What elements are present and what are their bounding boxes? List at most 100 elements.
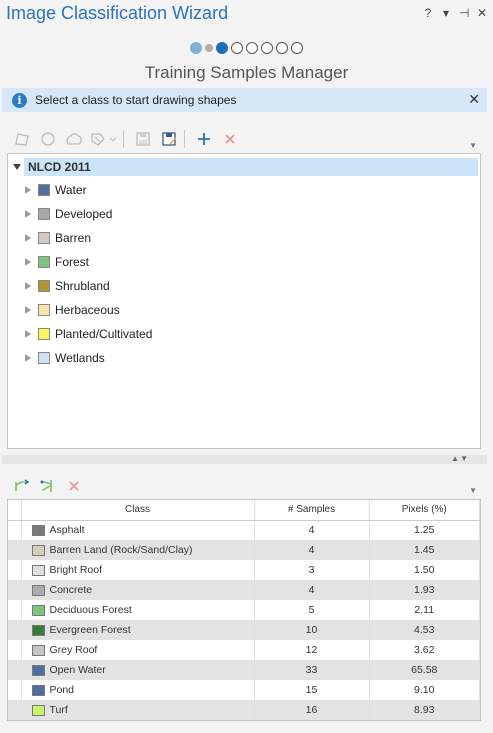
expand-arrow-icon[interactable] [25,210,31,218]
pixels-cell[interactable]: 2.11 [369,600,480,620]
table-row[interactable]: Barren Land (Rock/Sand/Clay) 4 1.45 [8,540,480,560]
row-header[interactable] [8,620,22,640]
draw-rectangle-icon[interactable] [11,128,33,150]
samples-cell[interactable]: 10 [254,620,370,640]
merge-samples-icon[interactable] [11,475,33,497]
table-row[interactable]: Evergreen Forest 10 4.53 [8,620,480,640]
pixels-cell[interactable]: 1.45 [369,540,480,560]
table-row[interactable]: Deciduous Forest 5 2.11 [8,600,480,620]
row-header[interactable] [8,560,22,580]
row-header[interactable] [8,680,22,700]
dismiss-info-icon[interactable]: ✕ [468,91,480,108]
pixels-cell[interactable]: 8.93 [369,700,480,720]
schema-class-item[interactable]: Water [25,180,87,200]
wizard-step-4[interactable] [231,42,243,54]
class-cell[interactable]: Bright Roof [21,560,255,580]
close-icon[interactable]: ✕ [477,6,487,20]
help-icon[interactable]: ? [423,6,433,20]
wizard-step-3[interactable] [216,42,228,54]
split-samples-icon[interactable] [37,475,59,497]
row-header[interactable] [8,700,22,720]
samples-cell[interactable]: 3 [254,560,370,580]
class-cell[interactable]: Turf [21,700,255,720]
samples-cell[interactable]: 16 [254,700,370,720]
samples-cell[interactable]: 5 [254,600,370,620]
wizard-step-8[interactable] [291,42,303,54]
draw-circle-icon[interactable] [37,128,59,150]
expand-arrow-icon[interactable] [25,306,31,314]
samples-cell[interactable]: 4 [254,540,370,560]
table-row[interactable]: Concrete 4 1.93 [8,580,480,600]
splitter-arrows-icon[interactable]: ▲▼ [451,454,469,463]
class-cell[interactable]: Concrete [21,580,255,600]
pixels-cell[interactable]: 1.25 [369,520,480,540]
class-cell[interactable]: Asphalt [21,520,255,540]
pixels-cell[interactable]: 4.53 [369,620,480,640]
schema-class-item[interactable]: Forest [25,252,89,272]
wizard-step-7[interactable] [276,42,288,54]
row-header[interactable] [8,520,22,540]
add-class-icon[interactable] [193,128,215,150]
class-color-swatch [38,184,50,196]
expand-arrow-icon[interactable] [25,186,31,194]
pin-icon[interactable]: ⊣ [459,6,469,20]
class-cell[interactable]: Grey Roof [21,640,255,660]
table-row[interactable]: Grey Roof 12 3.62 [8,640,480,660]
table-row[interactable]: Bright Roof 3 1.50 [8,560,480,580]
column-header-pixels[interactable]: Pixels (%) [369,500,480,521]
class-cell[interactable]: Deciduous Forest [21,600,255,620]
pane-splitter[interactable]: ▲▼ [2,454,487,464]
row-header[interactable] [8,640,22,660]
expand-arrow-icon[interactable] [25,258,31,266]
column-header-samples[interactable]: # Samples [254,500,370,521]
pixels-cell[interactable]: 3.62 [369,640,480,660]
class-cell[interactable]: Barren Land (Rock/Sand/Clay) [21,540,255,560]
samples-cell[interactable]: 4 [254,520,370,540]
table-row[interactable]: Asphalt 4 1.25 [8,520,480,540]
toolbar-overflow-icon[interactable]: ▼ [469,486,477,495]
schema-class-item[interactable]: Developed [25,204,112,224]
delete-samples-icon[interactable] [63,475,85,497]
schema-class-item[interactable]: Shrubland [25,276,110,296]
remove-class-icon[interactable] [219,128,241,150]
options-dropdown-icon[interactable]: ▾ [441,6,451,20]
pixels-cell[interactable]: 1.93 [369,580,480,600]
draw-freehand-icon[interactable] [63,128,85,150]
expand-arrow-icon[interactable] [25,330,31,338]
samples-cell[interactable]: 15 [254,680,370,700]
samples-cell[interactable]: 33 [254,660,370,680]
wizard-step-1[interactable] [190,42,202,54]
wizard-step-2[interactable] [205,44,213,52]
toolbar-overflow-icon[interactable]: ▼ [469,141,477,150]
wizard-step-6[interactable] [261,42,273,54]
table-row[interactable]: Open Water 33 65.58 [8,660,480,680]
expand-arrow-icon[interactable] [25,282,31,290]
pixels-cell[interactable]: 1.50 [369,560,480,580]
save-as-icon[interactable] [158,128,180,150]
class-cell[interactable]: Evergreen Forest [21,620,255,640]
wizard-step-5[interactable] [246,42,258,54]
schema-class-item[interactable]: Planted/Cultivated [25,324,152,344]
pixels-cell[interactable]: 65.58 [369,660,480,680]
schema-class-item[interactable]: Wetlands [25,348,105,368]
expand-arrow-icon[interactable] [25,354,31,362]
row-header[interactable] [8,660,22,680]
schema-class-item[interactable]: Herbaceous [25,300,120,320]
row-header[interactable] [8,580,22,600]
table-row[interactable]: Pond 15 9.10 [8,680,480,700]
samples-cell[interactable]: 12 [254,640,370,660]
select-segment-dropdown-icon[interactable] [89,128,119,150]
collapse-arrow-icon[interactable] [13,164,21,170]
samples-cell[interactable]: 4 [254,580,370,600]
column-header-class[interactable]: Class [21,500,255,521]
save-icon[interactable] [132,128,154,150]
expand-arrow-icon[interactable] [25,234,31,242]
schema-class-item[interactable]: Barren [25,228,91,248]
pixels-cell[interactable]: 9.10 [369,680,480,700]
schema-root[interactable]: NLCD 2011 [10,157,479,177]
class-cell[interactable]: Open Water [21,660,255,680]
row-header[interactable] [8,600,22,620]
table-row[interactable]: Turf 16 8.93 [8,700,480,720]
row-header[interactable] [8,540,22,560]
class-cell[interactable]: Pond [21,680,255,700]
